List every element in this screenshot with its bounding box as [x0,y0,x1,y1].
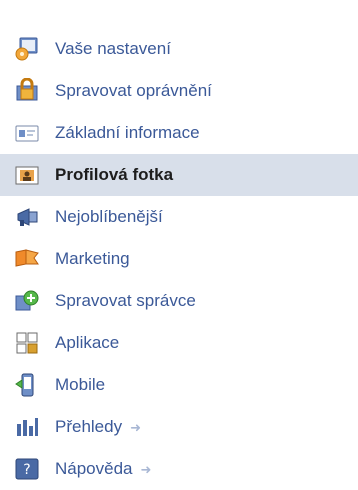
megaphone-icon [13,203,41,231]
menu-item-nejoblibenejsi[interactable]: Nejoblíbenější [0,196,358,238]
menu-item-prehledy[interactable]: Přehledy ➜ [0,406,358,448]
menu-item-label: Aplikace [55,333,120,352]
menu-item-label: Spravovat správce [55,291,196,310]
menu-item-spravovat-opravneni[interactable]: Spravovat oprávnění [0,70,358,112]
menu-item-label: Mobile [55,375,106,394]
menu-item-mobile[interactable]: Mobile [0,364,358,406]
menu-item-label: Vaše nastavení [55,39,171,58]
menu-item-vase-nastaveni[interactable]: Vaše nastavení [0,28,358,70]
menu-item-label: Přehledy [55,417,123,436]
menu-item-label: Nápověda [55,459,133,478]
menu-item-label: Marketing [55,249,130,268]
menu-item-label: Spravovat oprávnění [55,81,212,100]
menu-item-label: Profilová fotka [55,165,174,184]
apps-icon [13,329,41,357]
page-sidebar-menu: Vaše nastavení Spravovat oprávnění Zákla… [0,28,358,490]
menu-item-zakladni-informace[interactable]: Základní informace [0,112,358,154]
menu-item-marketing[interactable]: Marketing [0,238,358,280]
arrow-right-icon: ➜ [140,461,152,477]
menu-item-profilova-fotka[interactable]: Profilová fotka [0,154,358,196]
profile-photo-icon [13,161,41,189]
menu-item-aplikace[interactable]: Aplikace [0,322,358,364]
mobile-icon [13,371,41,399]
arrow-right-icon: ➜ [130,419,142,435]
info-card-icon [13,119,41,147]
lock-icon [13,77,41,105]
svg-text:?: ? [23,462,30,478]
menu-item-label: Nejoblíbenější [55,207,163,226]
help-icon: ? [13,455,41,483]
insights-icon [13,413,41,441]
admins-icon [13,287,41,315]
marketing-flag-icon [13,245,41,273]
menu-item-napoveda[interactable]: ? Nápověda ➜ [0,448,358,490]
menu-item-label: Základní informace [55,123,200,142]
menu-item-spravovat-spravce[interactable]: Spravovat správce [0,280,358,322]
settings-icon [13,35,41,63]
